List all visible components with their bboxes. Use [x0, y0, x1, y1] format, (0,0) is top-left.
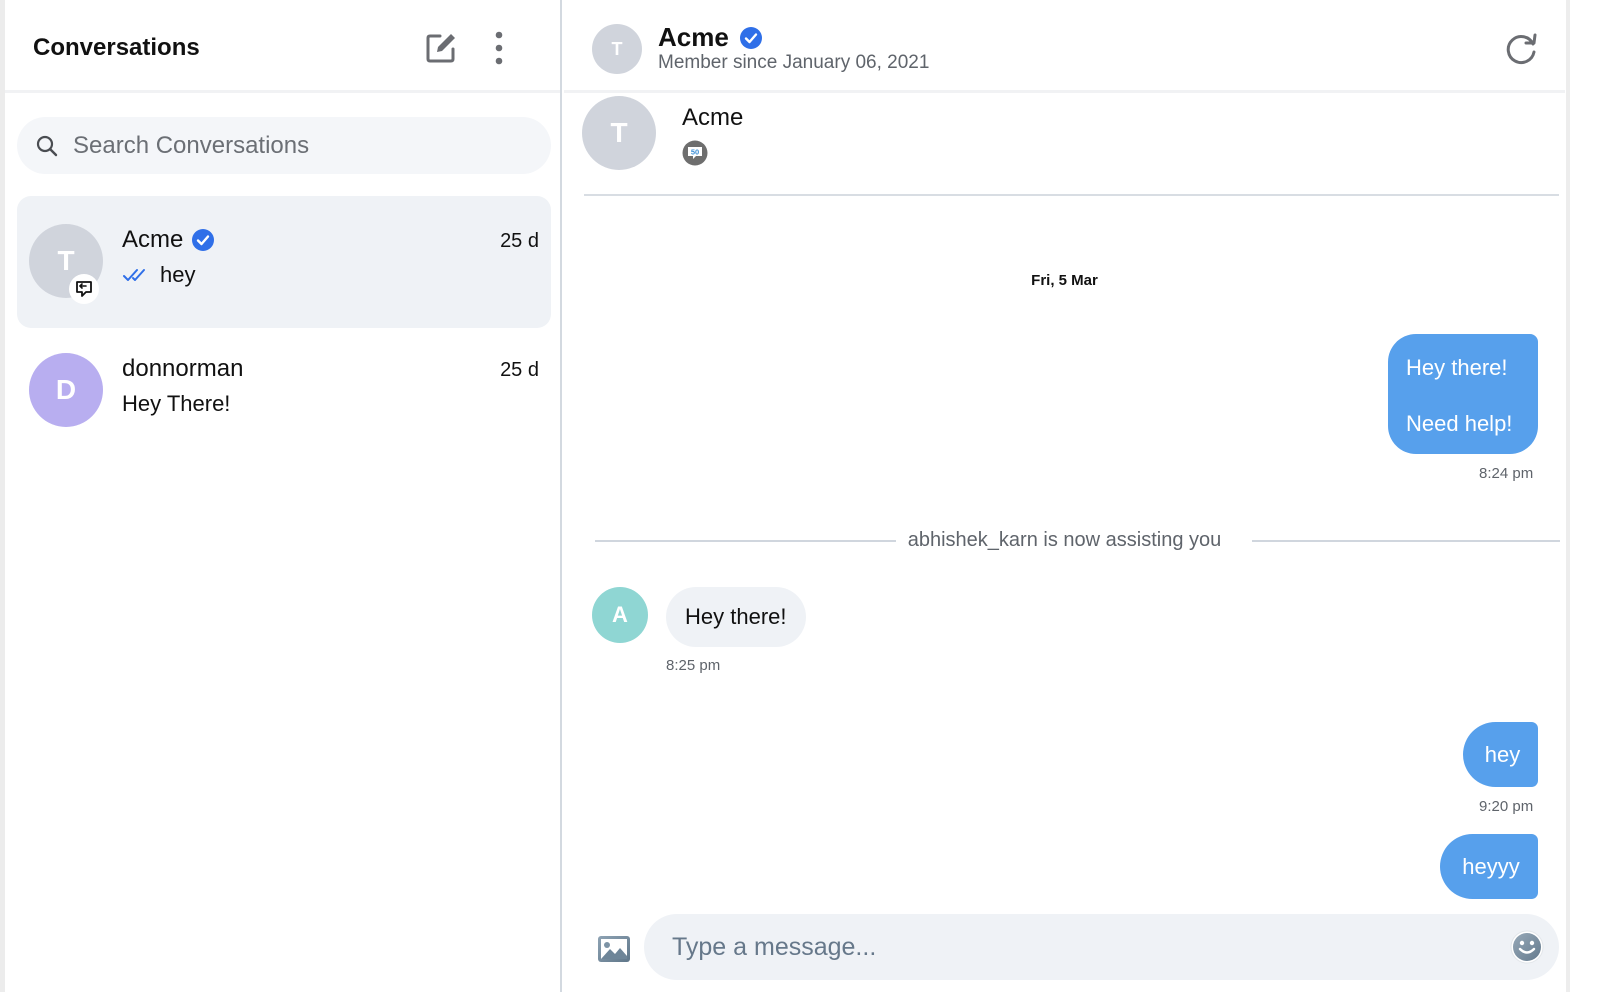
- search-input[interactable]: [73, 117, 533, 174]
- conversations-sidebar: Conversations T: [5, 0, 562, 992]
- svg-text:50: 50: [691, 148, 699, 157]
- avatar: D: [29, 353, 103, 427]
- agent-avatar: A: [592, 587, 648, 643]
- verified-icon: [739, 26, 762, 49]
- channel-badge: [69, 274, 99, 304]
- refresh-icon: [1506, 33, 1537, 65]
- message-composer: [564, 912, 1565, 982]
- message-time: 9:20 pm: [1479, 798, 1534, 815]
- date-separator: Fri, 5 Mar: [1031, 272, 1098, 289]
- conversation-time: 25 d: [500, 230, 539, 252]
- message-box: [644, 914, 1559, 980]
- message-time: 8:24 pm: [1479, 465, 1534, 482]
- message-time: 8:25 pm: [666, 657, 721, 674]
- conversation-preview: Hey There!: [122, 391, 231, 416]
- refresh-button[interactable]: [1502, 30, 1540, 68]
- double-check-icon: [123, 269, 145, 281]
- verified-icon: [192, 229, 215, 251]
- conversation-item-acme[interactable]: T Acme 25 d hey: [17, 196, 551, 328]
- conversation-preview: hey: [122, 262, 195, 288]
- chat-header: T Acme Member since January 06, 2021: [564, 0, 1565, 93]
- incoming-message: Hey there!: [666, 587, 806, 647]
- attach-image-button[interactable]: [598, 936, 630, 962]
- compose-button[interactable]: [423, 30, 459, 66]
- sidebar-title: Conversations: [33, 34, 200, 61]
- emoji-smile-icon: [1510, 930, 1544, 964]
- window-bottom-edge: [0, 992, 1600, 1000]
- message-input[interactable]: [672, 914, 1492, 980]
- emoji-button[interactable]: [1510, 930, 1544, 964]
- search-box: [17, 117, 551, 174]
- outgoing-message: Hey there! Need help!: [1388, 334, 1538, 454]
- profile-divider: [584, 194, 1559, 196]
- search-icon: [36, 135, 58, 157]
- window-scrollbar-track[interactable]: [1565, 0, 1600, 1000]
- compose-edit-icon: [426, 34, 455, 63]
- scrollbar[interactable]: [1566, 0, 1570, 992]
- conversation-item-donnorman[interactable]: D donnorman 25 d Hey There!: [17, 325, 551, 457]
- outgoing-message: heyyy: [1440, 834, 1538, 899]
- contact-name: Acme: [658, 22, 763, 53]
- profile-name: Acme: [682, 104, 744, 131]
- system-message: abhishek_karn is now assisting you: [564, 529, 1565, 552]
- outgoing-message: hey: [1463, 722, 1538, 787]
- conversation-name: donnorman: [122, 355, 244, 382]
- sidebar-header: Conversations: [5, 0, 560, 93]
- more-vertical-icon: [495, 31, 503, 65]
- image-icon: [598, 936, 630, 962]
- member-since: Member since January 06, 2021: [658, 52, 930, 73]
- 50-chat-badge-icon: 50: [682, 140, 708, 166]
- chat-bubble-icon: [76, 281, 92, 297]
- header-avatar: T: [592, 24, 642, 74]
- conversation-time: 25 d: [500, 359, 539, 381]
- more-options-button[interactable]: [489, 30, 509, 68]
- chat-panel: T Acme Member since January 06, 2021 T A…: [564, 0, 1565, 992]
- conversation-name: Acme: [122, 226, 215, 254]
- profile-avatar: T: [582, 96, 656, 170]
